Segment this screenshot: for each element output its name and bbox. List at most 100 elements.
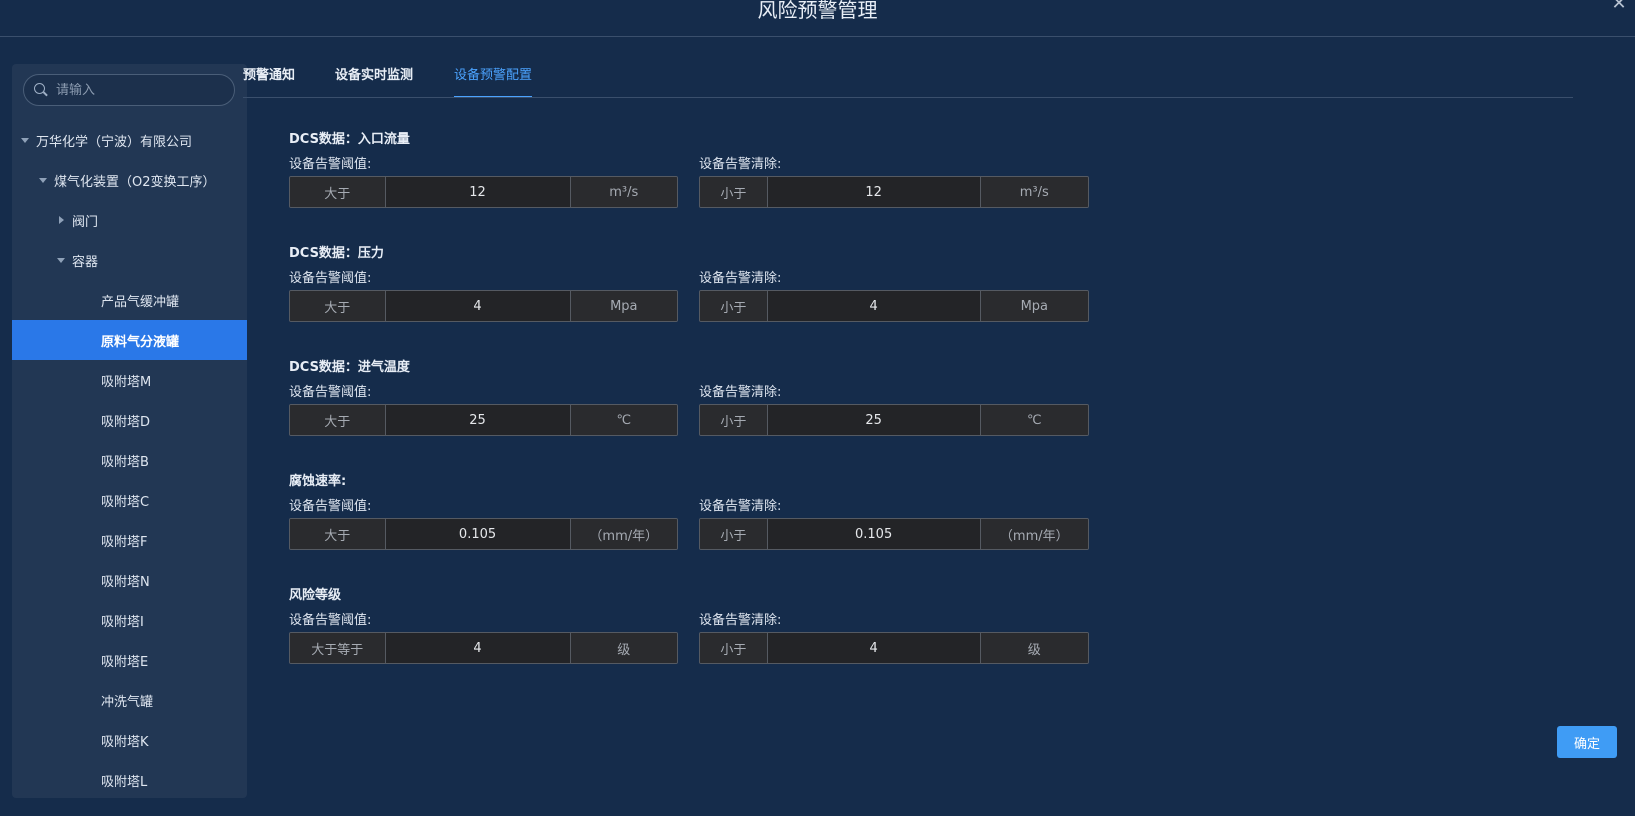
tab-realtime-monitor[interactable]: 设备实时监测 (335, 58, 413, 98)
tree-node[interactable]: 吸附塔D (12, 400, 247, 440)
threshold-value-input[interactable] (385, 405, 570, 435)
tree-node-label: 吸附塔D (101, 414, 151, 430)
threshold-value-input[interactable] (385, 291, 570, 321)
tree-node-label: 煤气化装置（O2变换工序） (54, 174, 216, 190)
tree-node[interactable]: 吸附塔F (12, 520, 247, 560)
config-section: DCS数据：入口流量设备告警阈值: 设备告警清除: 大于 m³/s 小于 m³/s (289, 130, 1089, 224)
caret-right-icon[interactable] (56, 215, 66, 225)
config-section: 风险等级设备告警阈值:设备告警清除:大于等于级小于级 (289, 586, 1089, 680)
caret-down-icon[interactable] (38, 175, 48, 185)
tree-node[interactable]: 吸附塔I (12, 600, 247, 640)
clear-input-group: 小于 （mm/年） (699, 518, 1089, 550)
search-icon (34, 83, 48, 97)
tab-alert-notice[interactable]: 预警通知 (243, 58, 295, 98)
tree-node-label: 容器 (72, 254, 99, 270)
threshold-label: 设备告警阈值: (289, 385, 372, 400)
clear-operator: 小于 (700, 177, 768, 207)
section-title: DCS数据：入口流量 (289, 132, 410, 147)
tree-node[interactable]: 产品气缓冲罐 (12, 280, 247, 320)
tree-node[interactable]: 吸附塔K (12, 720, 247, 760)
clear-operator: 小于 (700, 519, 768, 549)
threshold-input-group: 大于 Mpa (289, 290, 678, 322)
threshold-label: 设备告警阈值: (289, 613, 372, 628)
clear-unit: （mm/年） (979, 519, 1088, 549)
tree-node[interactable]: 万华化学（宁波）有限公司 (12, 120, 247, 160)
dialog-title: 风险预警管理 (757, 0, 878, 22)
tree-node[interactable]: 阀门 (12, 200, 247, 240)
clear-operator: 小于 (700, 633, 768, 663)
threshold-input-group: 大于等于 级 (289, 632, 678, 664)
threshold-operator: 大于 (290, 405, 386, 435)
threshold-operator: 大于 (290, 519, 386, 549)
clear-label: 设备告警清除: (699, 613, 782, 628)
tree-node-label: 冲洗气罐 (101, 694, 154, 710)
threshold-value-input[interactable] (385, 633, 570, 663)
sidebar: 万华化学（宁波）有限公司煤气化装置（O2变换工序） 阀门容器产品气缓冲罐原料气分液… (12, 64, 247, 798)
search-input[interactable] (56, 82, 226, 98)
clear-operator: 小于 (700, 405, 768, 435)
config-section: DCS数据：压力设备告警阈值: 设备告警清除: 大于 Mpa 小于 Mpa (289, 244, 1089, 338)
threshold-input-group: 大于 ℃ (289, 404, 678, 436)
tree-node-label: 吸附塔B (101, 454, 149, 470)
confirm-button[interactable]: 确定 (1557, 726, 1617, 758)
header-divider (0, 36, 1635, 37)
tree-node-label: 吸附塔N (101, 574, 150, 590)
threshold-input-group: 大于 m³/s (289, 176, 678, 208)
tree-node[interactable]: 吸附塔N (12, 560, 247, 600)
clear-label: 设备告警清除: (699, 499, 782, 514)
clear-value-input[interactable] (767, 633, 980, 663)
caret-down-icon[interactable] (20, 135, 30, 145)
tree-node[interactable]: 煤气化装置（O2变换工序） (12, 160, 247, 200)
threshold-label: 设备告警阈值: (289, 499, 372, 514)
search-box (23, 74, 235, 106)
tree-node[interactable]: 吸附塔L (12, 760, 247, 798)
tree-node-label: 原料气分液罐 (101, 334, 180, 350)
tree-node-label: 吸附塔K (101, 734, 149, 750)
tree-node[interactable]: 冲洗气罐 (12, 680, 247, 720)
clear-input-group: 小于 m³/s (699, 176, 1089, 208)
caret-down-icon[interactable] (56, 255, 66, 265)
section-title: 腐蚀速率: (289, 474, 347, 489)
clear-value-input[interactable] (767, 405, 980, 435)
threshold-label: 设备告警阈值: (289, 271, 372, 286)
threshold-label: 设备告警阈值: (289, 157, 372, 172)
tree-node[interactable]: 吸附塔B (12, 440, 247, 480)
tree-node-label: 吸附塔F (101, 534, 148, 550)
threshold-unit: Mpa (569, 291, 677, 321)
config-section: 腐蚀速率: 设备告警阈值: 设备告警清除: 大于 （mm/年） 小于 （mm/年） (289, 472, 1089, 566)
clear-label: 设备告警清除: (699, 271, 782, 286)
threshold-value-input[interactable] (385, 177, 570, 207)
tree-node[interactable]: 容器 (12, 240, 247, 280)
threshold-unit: 级 (569, 633, 677, 663)
threshold-operator: 大于等于 (290, 633, 386, 663)
tab-bar: 预警通知 设备实时监测 设备预警配置 (243, 58, 1573, 98)
clear-label: 设备告警清除: (699, 157, 782, 172)
tree-node-label: 产品气缓冲罐 (101, 294, 180, 310)
tree-node-label: 阀门 (72, 214, 99, 230)
threshold-unit: m³/s (569, 177, 677, 207)
tree-node[interactable]: 吸附塔M (12, 360, 247, 400)
section-title: DCS数据：压力 (289, 246, 384, 261)
clear-value-input[interactable] (767, 177, 980, 207)
clear-unit: Mpa (979, 291, 1088, 321)
clear-value-input[interactable] (767, 291, 980, 321)
clear-unit: ℃ (979, 405, 1088, 435)
clear-value-input[interactable] (767, 519, 980, 549)
close-icon[interactable]: ✕ (1609, 0, 1629, 14)
threshold-unit: （mm/年） (569, 519, 677, 549)
threshold-unit: ℃ (569, 405, 677, 435)
tabs-divider (243, 97, 1573, 98)
tree-node[interactable]: 吸附塔C (12, 480, 247, 520)
clear-input-group: 小于 ℃ (699, 404, 1089, 436)
tree-node-label: 吸附塔C (101, 494, 150, 510)
tab-alert-config[interactable]: 设备预警配置 (454, 58, 533, 98)
threshold-value-input[interactable] (385, 519, 570, 549)
tree-node[interactable]: 原料气分液罐 (12, 320, 247, 360)
tree-node[interactable]: 吸附塔E (12, 640, 247, 680)
clear-label: 设备告警清除: (699, 385, 782, 400)
tree-node-label: 吸附塔I (101, 614, 144, 630)
clear-input-group: 小于 级 (699, 632, 1089, 664)
tree-node-label: 万华化学（宁波）有限公司 (36, 134, 193, 150)
clear-operator: 小于 (700, 291, 768, 321)
threshold-operator: 大于 (290, 291, 386, 321)
